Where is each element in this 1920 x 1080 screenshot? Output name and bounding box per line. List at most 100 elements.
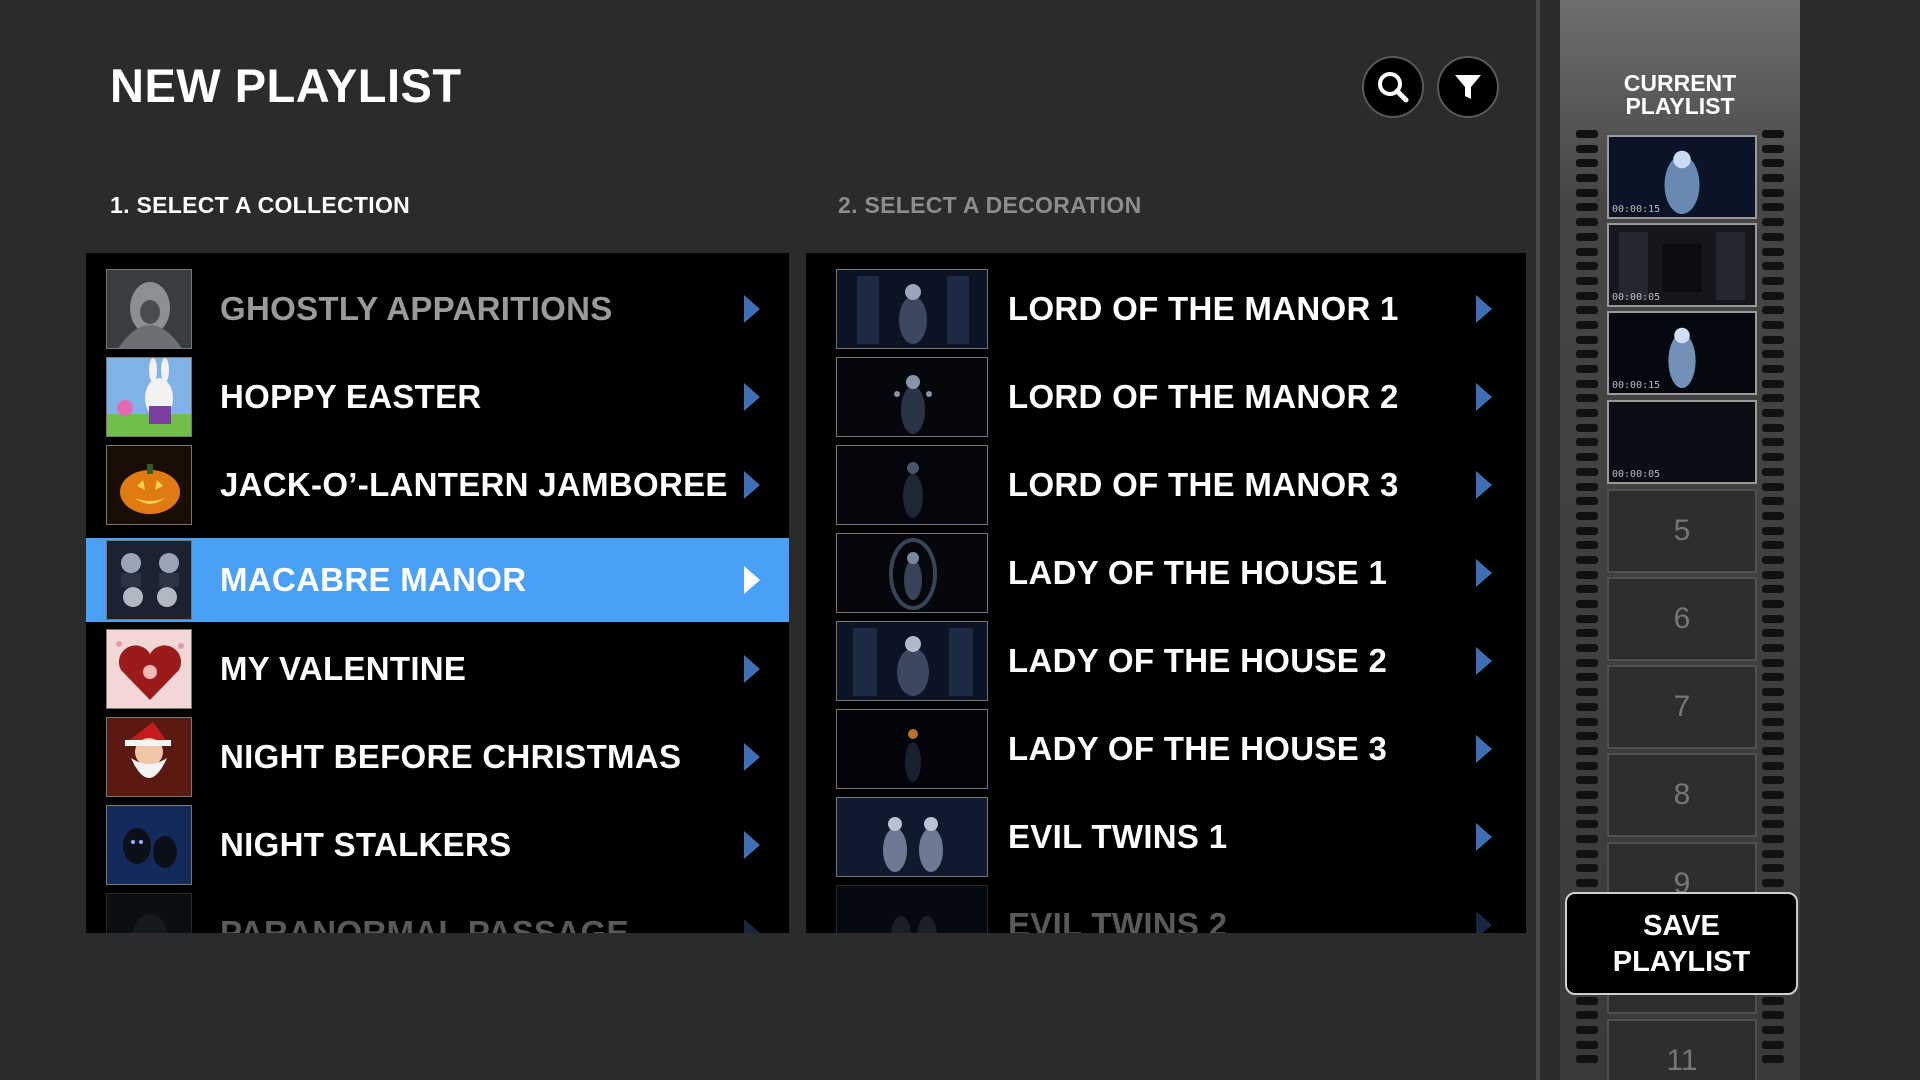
frame-slot-number: 7 xyxy=(1673,690,1691,723)
decoration-item-lord-of-the-manor-2[interactable]: LORD OF THE MANOR 2 xyxy=(806,355,1526,439)
film-perforation xyxy=(1576,379,1598,388)
film-perforation xyxy=(1762,320,1784,329)
film-perforation xyxy=(1762,276,1784,285)
film-perforation xyxy=(1762,761,1784,770)
film-perforation xyxy=(1576,1025,1598,1034)
collection-label: JACK-O’-LANTERN JAMBOREE xyxy=(220,466,728,503)
decoration-label: LADY OF THE HOUSE 1 xyxy=(1008,554,1388,591)
frame-timecode: 00:00:15 xyxy=(1612,380,1661,391)
playlist-frame-empty[interactable]: 7 xyxy=(1607,665,1757,749)
collection-item-paranormal-passage[interactable]: PARANORMAL PASSAGE xyxy=(86,891,789,933)
film-perforation xyxy=(1576,996,1598,1005)
collection-label: HOPPY EASTER xyxy=(220,378,482,415)
playlist-frame[interactable]: 00:00:05 xyxy=(1607,400,1757,484)
decoration-item-evil-twins-2[interactable]: EVIL TWINS 2 xyxy=(806,883,1526,933)
chevron-right-icon xyxy=(744,919,760,933)
frame-slot-number: 8 xyxy=(1673,778,1691,811)
decoration-item-lady-of-the-house-2[interactable]: LADY OF THE HOUSE 2 xyxy=(806,619,1526,703)
film-perforation xyxy=(1762,409,1784,418)
frame-timecode: 00:00:05 xyxy=(1612,469,1661,480)
collection-item-night-stalkers[interactable]: NIGHT STALKERS xyxy=(86,803,789,887)
collection-thumbnail xyxy=(106,269,192,349)
film-perforation xyxy=(1762,996,1784,1005)
collection-thumbnail xyxy=(106,445,192,525)
film-perforation xyxy=(1762,247,1784,256)
save-label: SAVE xyxy=(1643,910,1720,942)
film-perforation xyxy=(1576,688,1598,697)
collection-thumbnail xyxy=(106,357,192,437)
film-perforation xyxy=(1576,174,1598,183)
playlist-frame[interactable]: 00:00:15 xyxy=(1607,135,1757,219)
collection-thumbnail xyxy=(106,717,192,797)
film-perforation xyxy=(1576,746,1598,755)
chevron-right-icon xyxy=(744,743,760,771)
chevron-right-icon xyxy=(744,566,760,594)
film-perforation xyxy=(1576,732,1598,741)
playlist-frame-empty[interactable]: 5 xyxy=(1607,489,1757,573)
collection-item-ghostly-apparitions[interactable]: GHOSTLY APPARITIONS xyxy=(86,267,789,351)
chevron-right-icon xyxy=(744,471,760,499)
film-perforation xyxy=(1762,438,1784,447)
chevron-right-icon xyxy=(1476,735,1492,763)
collection-label: MY VALENTINE xyxy=(220,650,467,687)
decoration-item-lady-of-the-house-3[interactable]: LADY OF THE HOUSE 3 xyxy=(806,707,1526,791)
chevron-right-icon xyxy=(744,655,760,683)
playlist-frame-empty[interactable]: 6 xyxy=(1607,577,1757,661)
save-playlist-button[interactable]: SAVE PLAYLIST xyxy=(1565,892,1798,995)
playlist-frame-empty[interactable]: 11 xyxy=(1607,1019,1757,1080)
film-perforation xyxy=(1762,1025,1784,1034)
filter-icon xyxy=(1455,75,1481,99)
collection-item-night-before-christmas[interactable]: NIGHT BEFORE CHRISTMAS xyxy=(86,715,789,799)
decoration-item-lord-of-the-manor-1[interactable]: LORD OF THE MANOR 1 xyxy=(806,267,1526,351)
collection-item-jack-o-lantern-jamboree[interactable]: JACK-O’-LANTERN JAMBOREE xyxy=(86,443,789,527)
decoration-label: LADY OF THE HOUSE 3 xyxy=(1008,730,1388,767)
film-perforation xyxy=(1762,717,1784,726)
film-perforation xyxy=(1576,658,1598,667)
film-perforation xyxy=(1576,555,1598,564)
film-perforation xyxy=(1576,306,1598,315)
collection-label: NIGHT BEFORE CHRISTMAS xyxy=(220,738,682,775)
film-perforation xyxy=(1576,1040,1598,1049)
film-perforation xyxy=(1576,790,1598,799)
collection-thumbnail xyxy=(106,629,192,709)
filter-button[interactable] xyxy=(1437,56,1499,118)
film-perforation xyxy=(1762,467,1784,476)
collection-item-macabre-manor[interactable]: MACABRE MANOR xyxy=(86,538,789,622)
playlist-frame-empty[interactable]: 8 xyxy=(1607,753,1757,837)
film-perforation xyxy=(1576,1055,1598,1064)
playlist-frame[interactable]: 00:00:05 xyxy=(1607,223,1757,307)
playlist-frame[interactable]: 00:00:15 xyxy=(1607,311,1757,395)
collection-item-my-valentine[interactable]: MY VALENTINE xyxy=(86,627,789,711)
chevron-right-icon xyxy=(1476,823,1492,851)
film-perforation xyxy=(1576,541,1598,550)
decoration-item-evil-twins-1[interactable]: EVIL TWINS 1 xyxy=(806,795,1526,879)
decorations-list: LORD OF THE MANOR 1 LORD OF THE MANOR 2 … xyxy=(806,253,1526,933)
decoration-item-lady-of-the-house-1[interactable]: LADY OF THE HOUSE 1 xyxy=(806,531,1526,615)
film-perforation xyxy=(1576,232,1598,241)
film-perforation xyxy=(1762,688,1784,697)
film-perforation xyxy=(1762,482,1784,491)
chevron-right-icon xyxy=(744,295,760,323)
film-perforation xyxy=(1576,438,1598,447)
film-perforation xyxy=(1576,585,1598,594)
film-perforation xyxy=(1762,732,1784,741)
frame-slot-number: 6 xyxy=(1673,602,1691,635)
film-perforation xyxy=(1762,835,1784,843)
film-perforation xyxy=(1762,423,1784,432)
film-perforation xyxy=(1762,159,1784,168)
film-perforation xyxy=(1576,629,1598,638)
panel-divider xyxy=(1536,0,1540,1080)
film-perforation xyxy=(1762,144,1784,153)
collection-item-hoppy-easter[interactable]: HOPPY EASTER xyxy=(86,355,789,439)
film-perforation xyxy=(1762,526,1784,535)
film-perforation xyxy=(1762,790,1784,799)
search-button[interactable] xyxy=(1362,56,1424,118)
chevron-right-icon xyxy=(1476,383,1492,411)
film-perforation xyxy=(1762,541,1784,550)
film-perforation xyxy=(1576,600,1598,608)
film-perforation xyxy=(1762,262,1784,271)
decoration-label: LORD OF THE MANOR 1 xyxy=(1008,290,1399,327)
decoration-item-lord-of-the-manor-3[interactable]: LORD OF THE MANOR 3 xyxy=(806,443,1526,527)
film-perforation xyxy=(1576,849,1598,858)
film-perforation xyxy=(1576,423,1598,432)
